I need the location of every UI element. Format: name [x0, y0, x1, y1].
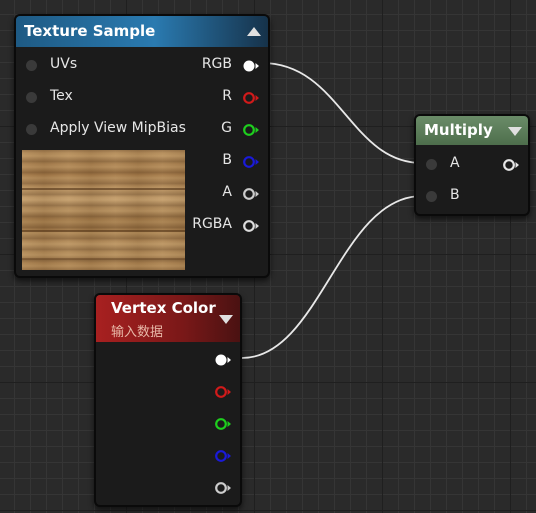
node-title: Vertex Color	[111, 299, 216, 317]
uvs-input-pin[interactable]	[26, 60, 37, 71]
vertex-a-output-pin-icon[interactable]	[214, 481, 232, 495]
multiply-header[interactable]: Multiply	[416, 116, 528, 145]
vertex-g-output-pin-icon[interactable]	[214, 417, 232, 431]
wood-plank-seam	[22, 188, 185, 190]
a-input-label: A	[450, 155, 460, 171]
wood-plank-seam	[22, 230, 185, 232]
b-output-label: B	[222, 152, 232, 168]
tex-label: Tex	[50, 88, 73, 104]
vertex-color-header[interactable]: Vertex Color 输入数据	[96, 295, 240, 342]
rgb-output-pin-icon[interactable]	[242, 59, 260, 73]
b-input-pin[interactable]	[426, 191, 437, 202]
a-input-pin[interactable]	[426, 159, 437, 170]
uvs-label: UVs	[50, 56, 78, 72]
vertex-r-output-pin-icon[interactable]	[214, 385, 232, 399]
b-output-pin-icon[interactable]	[242, 155, 260, 169]
collapse-arrow-icon[interactable]	[508, 126, 522, 136]
multiply-output-pin-icon[interactable]	[502, 158, 520, 172]
collapse-arrow-icon[interactable]	[247, 26, 261, 36]
texture-sample-node[interactable]: Texture Sample UVs Tex Apply View MipBia…	[14, 14, 270, 278]
wire-rgb-to-a[interactable]	[261, 62, 423, 164]
g-output-label: G	[221, 120, 232, 136]
r-output-label: R	[222, 88, 232, 104]
apply-view-mipbias-label: Apply View MipBias	[50, 120, 186, 136]
g-output-pin-icon[interactable]	[242, 123, 260, 137]
texture-sample-header[interactable]: Texture Sample	[16, 16, 268, 47]
rgba-output-label: RGBA	[192, 216, 232, 232]
a-output-label: A	[222, 184, 232, 200]
apply-view-mipbias-input-pin[interactable]	[26, 124, 37, 135]
collapse-arrow-icon[interactable]	[219, 314, 233, 324]
multiply-node[interactable]: Multiply A B	[414, 114, 530, 216]
vertex-color-node[interactable]: Vertex Color 输入数据	[94, 293, 242, 507]
node-title: Texture Sample	[24, 22, 156, 40]
texture-preview-image	[22, 150, 185, 270]
vertex-rgb-output-pin-icon[interactable]	[214, 353, 232, 367]
rgb-output-label: RGB	[201, 56, 232, 72]
rgba-output-pin-icon[interactable]	[242, 219, 260, 233]
wood-plank-seam	[22, 258, 185, 260]
b-input-label: B	[450, 187, 460, 203]
a-output-pin-icon[interactable]	[242, 187, 260, 201]
r-output-pin-icon[interactable]	[242, 91, 260, 105]
node-title: Multiply	[424, 121, 493, 139]
tex-input-pin[interactable]	[26, 92, 37, 103]
vertex-b-output-pin-icon[interactable]	[214, 449, 232, 463]
node-subtitle: 输入数据	[111, 325, 164, 340]
